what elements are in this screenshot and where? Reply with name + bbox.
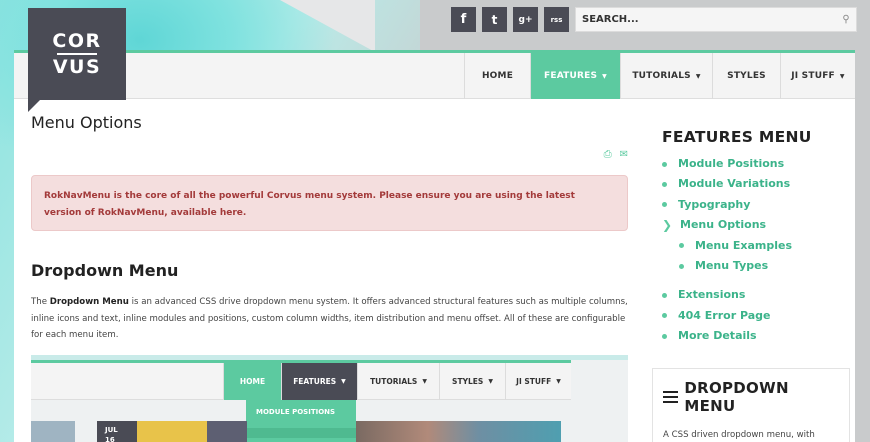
logo-line-2: VUS: [52, 56, 102, 78]
sidebar-item-extensions[interactable]: Extensions: [662, 285, 852, 305]
logo-flag: [28, 100, 40, 112]
nav-styles-label: STYLES: [727, 71, 766, 81]
para-bold: Dropdown Menu: [49, 297, 129, 307]
demo-nav-home: HOME: [223, 363, 281, 400]
widget-text: A CSS driven dropdown menu, with subtext…: [663, 430, 815, 440]
nav-styles[interactable]: STYLES: [712, 53, 780, 99]
sidebar-item-module-variations[interactable]: Module Variations: [662, 174, 852, 194]
demo-dropdown: MODULE POSITIONS: [246, 400, 356, 442]
main-content: Menu Options ⎙ ✉ RokNavMenu is the core …: [31, 113, 628, 442]
bullet-icon: [662, 293, 667, 299]
sidebar-list: Module Positions Module Variations Typog…: [662, 154, 852, 347]
sidebar-item-menu-options[interactable]: ❯ Menu Options: [662, 215, 852, 235]
section-title: Dropdown Menu: [31, 261, 179, 280]
widget-title-text: DROPDOWN MENU: [684, 379, 789, 415]
bullet-icon: [662, 202, 667, 208]
bullet-icon: [662, 313, 667, 319]
logo-line-1: COR: [52, 30, 102, 52]
demo-nav-features-label: FEATURES: [293, 377, 337, 386]
demo-article-card: JUL 16: [97, 421, 247, 442]
nav-tutorials[interactable]: TUTORIALS ▼: [620, 53, 712, 99]
sidebar-item-module-positions[interactable]: Module Positions: [662, 154, 852, 174]
menu-icon: [663, 391, 679, 403]
chevron-down-icon: ▼: [695, 72, 701, 80]
chevron-down-icon: ▼: [556, 378, 561, 385]
bullet-icon: [662, 182, 667, 188]
sidebar-item-label: Extensions: [678, 288, 746, 302]
sidebar-item-menu-examples[interactable]: Menu Examples: [662, 236, 852, 256]
demo-nav-home-label: HOME: [239, 377, 266, 386]
demo-nav-tutorials-label: TUTORIALS: [370, 377, 418, 386]
chevron-down-icon: ▼: [341, 378, 346, 385]
facebook-icon[interactable]: f: [451, 7, 476, 32]
bullet-icon: [662, 161, 667, 167]
demo-nav-styles: STYLES ▼: [439, 363, 505, 400]
demo-dropdown-item-2: [246, 428, 356, 438]
email-icon[interactable]: ✉: [620, 149, 628, 160]
bullet-icon: [679, 243, 684, 249]
sidebar-item-label: Menu Types: [695, 258, 769, 272]
logo-divider: [57, 53, 97, 55]
main-navbar: HOME FEATURES ▼ TUTORIALS ▼ STYLES JI STUF…: [14, 53, 855, 99]
nav-home[interactable]: HOME: [464, 53, 530, 99]
section-paragraph: The Dropdown Menu is an advanced CSS dri…: [31, 294, 631, 344]
article-tools: ⎙ ✉: [604, 149, 628, 160]
chevron-down-icon: ▼: [488, 378, 493, 385]
sidebar-item-label: 404 Error Page: [678, 308, 771, 322]
twitter-icon[interactable]: t: [482, 7, 507, 32]
sidebar-item-label: More Details: [678, 329, 757, 343]
demo-navbar: HOME FEATURES ▼ TUTORIALS ▼ STYLES ▼ JI STU…: [31, 360, 571, 400]
demo-nav-ji-stuff-label: JI STUFF: [516, 377, 552, 386]
demo-date: JUL 16: [105, 425, 118, 442]
dropdown-menu-widget: DROPDOWN MENU A CSS driven dropdown menu…: [652, 368, 850, 442]
demo-image: [31, 421, 75, 442]
print-icon[interactable]: ⎙: [604, 149, 612, 160]
sidebar-features-menu: FEATURES MENU Module Positions Module Va…: [662, 128, 852, 347]
sidebar-item-menu-types[interactable]: Menu Types: [662, 256, 852, 276]
para-lead: The: [31, 297, 50, 307]
page-title: Menu Options: [31, 113, 142, 132]
nav-features[interactable]: FEATURES ▼: [530, 53, 620, 99]
search-input[interactable]: [582, 14, 836, 25]
page-container: HOME FEATURES ▼ TUTORIALS ▼ STYLES JI STUF…: [14, 50, 855, 442]
social-links: f t g+ rss: [451, 7, 569, 32]
sidebar-item-more-details[interactable]: More Details: [662, 326, 852, 346]
demo-date-month: JUL: [105, 426, 118, 434]
sidebar-item-label: Menu Examples: [695, 238, 793, 252]
demo-screenshot: HOME FEATURES ▼ TUTORIALS ▼ STYLES ▼ JI STU…: [31, 355, 628, 442]
background-shape: [280, 0, 375, 52]
nav-features-label: FEATURES: [544, 71, 598, 81]
chevron-right-icon: ❯: [662, 218, 673, 233]
demo-nav-tutorials: TUTORIALS ▼: [357, 363, 439, 400]
demo-dropdown-item: MODULE POSITIONS: [256, 408, 336, 416]
nav-home-label: HOME: [481, 71, 514, 81]
chevron-down-icon: ▼: [839, 72, 845, 80]
sidebar-item-label: Typography: [678, 197, 751, 211]
rss-icon[interactable]: rss: [544, 7, 569, 32]
sidebar-item-label: Menu Options: [680, 218, 767, 232]
sidebar-item-404-error-page[interactable]: 404 Error Page: [662, 306, 852, 326]
widget-title: DROPDOWN MENU: [663, 379, 839, 415]
nav-ji-stuff[interactable]: JI STUFF ▼: [780, 53, 855, 99]
search-box: ⚲: [575, 7, 857, 32]
corvus-logo[interactable]: COR VUS: [28, 8, 126, 100]
demo-nav-ji-stuff: JI STUFF ▼: [505, 363, 571, 400]
sidebar-item-label: Module Variations: [678, 177, 791, 191]
bullet-icon: [679, 263, 684, 269]
chevron-down-icon: ▼: [602, 72, 607, 80]
chevron-down-icon: ▼: [422, 378, 427, 385]
bullet-icon: [662, 333, 667, 339]
nav-ji-stuff-label: JI STUFF: [791, 71, 835, 81]
sidebar-item-typography[interactable]: Typography: [662, 195, 852, 215]
sidebar-item-label: Module Positions: [678, 157, 785, 170]
sidebar-title: FEATURES MENU: [662, 128, 812, 146]
demo-nav-styles-label: STYLES: [452, 377, 484, 386]
demo-date-day: 16: [105, 436, 115, 442]
alert-message: RokNavMenu is the core of all the powerf…: [31, 175, 628, 231]
demo-nav-features: FEATURES ▼: [281, 363, 357, 400]
nav-tutorials-label: TUTORIALS: [632, 71, 691, 81]
search-icon[interactable]: ⚲: [836, 14, 856, 25]
demo-photo: [356, 421, 561, 442]
google-plus-icon[interactable]: g+: [513, 7, 538, 32]
